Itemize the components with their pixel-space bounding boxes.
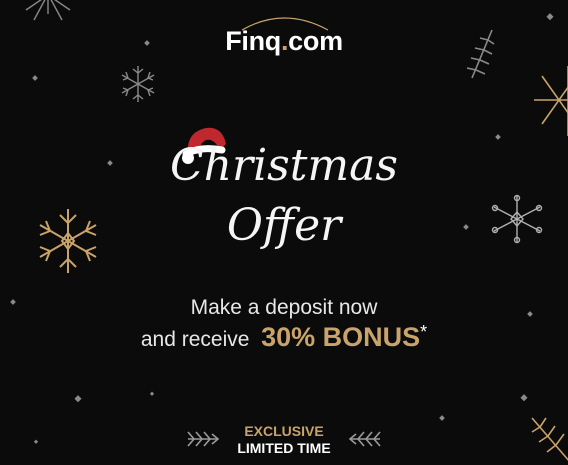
- headline-line2: Offer: [226, 200, 342, 251]
- asterisk: *: [420, 322, 428, 342]
- badge-exclusive: EXCLUSIVE: [244, 423, 324, 439]
- message-line2: and receive 30% BONUS*: [0, 322, 568, 353]
- message-prefix: and receive: [140, 328, 250, 351]
- message-line1: Make a deposit now: [190, 296, 378, 319]
- bonus-text: 30% BONUS: [261, 322, 421, 352]
- headline-line1: Christmas: [170, 140, 398, 191]
- badge-limited-time: LIMITED TIME: [237, 440, 331, 456]
- promo-banner[interactable]: Finq.com Christmas Offer Make a deposit …: [0, 0, 568, 465]
